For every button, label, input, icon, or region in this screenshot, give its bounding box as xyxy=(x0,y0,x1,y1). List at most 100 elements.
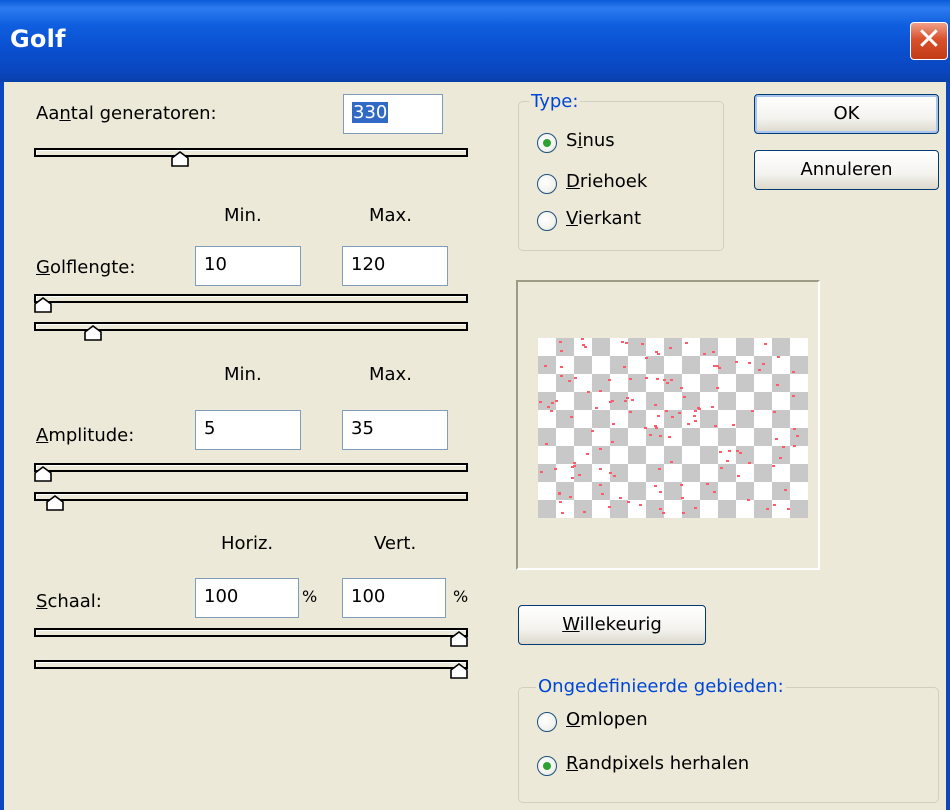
type-option-sinus[interactable]: Sinus xyxy=(537,130,615,153)
slider-thumb-icon[interactable] xyxy=(171,151,190,167)
scale-horiz-unit: % xyxy=(302,587,318,606)
generators-label: Aantal generatoren: xyxy=(36,103,217,124)
preview-pixel xyxy=(645,377,648,379)
preview-pixel xyxy=(680,484,683,486)
wavelength-min-input[interactable]: 10 xyxy=(195,246,301,286)
preview-pixel xyxy=(611,400,614,402)
preview-pixel xyxy=(599,448,602,450)
amplitude-min-input[interactable]: 5 xyxy=(195,410,301,450)
preview-pixel xyxy=(748,362,751,364)
preview-image xyxy=(538,338,808,518)
window-frame-right xyxy=(946,82,950,810)
preview-pixel xyxy=(582,344,585,346)
title-bar[interactable] xyxy=(0,0,950,82)
preview-pixel xyxy=(613,475,616,477)
undefined-option-omlopen[interactable]: Omlopen xyxy=(537,709,648,732)
preview-pixel xyxy=(554,468,557,470)
slider-track[interactable] xyxy=(34,463,468,472)
slider-thumb-icon[interactable] xyxy=(34,466,52,482)
undefined-option-randpixels[interactable]: Randpixels herhalen xyxy=(537,753,749,776)
amplitude-min-header: Min. xyxy=(224,364,262,385)
preview-pixel xyxy=(599,390,602,392)
preview-pixel xyxy=(655,427,658,429)
slider-thumb-icon[interactable] xyxy=(450,663,468,679)
preview-pixel xyxy=(671,416,674,418)
preview-pixel xyxy=(680,387,683,389)
type-option-vierkant[interactable]: Vierkant xyxy=(537,208,641,231)
preview-pixel xyxy=(669,347,672,349)
preview-pixel xyxy=(555,400,558,402)
preview-pixel xyxy=(559,341,562,343)
preview-pixel xyxy=(583,511,586,513)
type-legend: Type: xyxy=(529,91,581,113)
slider-thumb-icon[interactable] xyxy=(84,325,102,341)
preview-pixel xyxy=(561,512,564,514)
type-option-driehoek[interactable]: Driehoek xyxy=(537,171,647,194)
preview-pixel xyxy=(714,425,717,427)
slider-thumb-icon[interactable] xyxy=(46,495,65,511)
preview-pixel xyxy=(571,477,574,479)
preview-pixel xyxy=(762,363,765,365)
preview-pixel xyxy=(599,484,602,486)
preview-pixel xyxy=(764,343,767,345)
preview-pixel xyxy=(659,435,662,437)
scale-horiz-input[interactable]: 100 xyxy=(195,578,299,618)
preview-pixel xyxy=(570,416,573,418)
preview-pixel xyxy=(609,472,612,474)
radio-icon[interactable] xyxy=(537,211,557,231)
preview-pixel xyxy=(793,445,796,447)
preview-pixel xyxy=(551,402,554,404)
slider-track[interactable] xyxy=(34,148,468,157)
preview-pixel xyxy=(629,378,632,380)
preview-pixel xyxy=(608,506,611,508)
preview-pixel xyxy=(641,343,644,345)
preview-pixel xyxy=(649,434,652,436)
radio-icon[interactable] xyxy=(537,712,557,732)
wavelength-max-header: Max. xyxy=(369,205,412,226)
radio-icon[interactable] xyxy=(537,756,557,776)
ok-button[interactable]: OK xyxy=(754,94,939,134)
preview-pixel xyxy=(655,351,658,353)
preview-pixel xyxy=(625,342,628,344)
slider-track[interactable] xyxy=(34,628,468,637)
undefined-option-label: Randpixels herhalen xyxy=(566,753,750,774)
radio-icon[interactable] xyxy=(537,174,557,194)
preview-pixel xyxy=(545,443,548,445)
slider-thumb-icon[interactable] xyxy=(450,631,468,647)
preview-pixel xyxy=(697,407,700,409)
preview-pixel xyxy=(601,493,604,495)
radio-icon[interactable] xyxy=(537,133,557,153)
preview-pixel xyxy=(682,512,685,514)
generators-input[interactable]: 330 xyxy=(343,94,443,134)
wavelength-max-input[interactable]: 120 xyxy=(342,246,448,286)
preview-pixel xyxy=(748,462,751,464)
preview-pixel xyxy=(718,367,721,369)
preview-pixel xyxy=(694,420,697,422)
preview-pixel xyxy=(706,483,709,485)
slider-thumb-icon[interactable] xyxy=(34,297,52,313)
preview-pixel xyxy=(662,512,665,514)
slider-track[interactable] xyxy=(34,660,468,669)
amplitude-max-input[interactable]: 35 xyxy=(342,410,448,450)
scale-vert-unit: % xyxy=(453,587,469,606)
preview-pixel xyxy=(713,365,716,367)
close-button[interactable]: ✕ xyxy=(910,22,948,60)
preview-pixel xyxy=(720,467,723,469)
slider-track[interactable] xyxy=(34,294,468,303)
preview-pixel xyxy=(712,351,715,353)
slider-track[interactable] xyxy=(34,492,468,501)
cancel-button[interactable]: Annuleren xyxy=(754,150,939,190)
scale-vert-input[interactable]: 100 xyxy=(342,578,446,618)
preview-pixel xyxy=(703,353,706,355)
preview-pixel xyxy=(578,474,581,476)
randomize-button[interactable]: Willekeurig xyxy=(518,605,706,645)
preview-pixel xyxy=(711,406,714,408)
preview-pixel xyxy=(599,468,602,470)
preview-pixel xyxy=(550,410,553,412)
preview-pixel xyxy=(796,435,799,437)
preview-pixel xyxy=(792,395,795,397)
scale-vert-header: Vert. xyxy=(374,533,417,554)
preview-pixel xyxy=(773,411,776,413)
preview-pixel xyxy=(540,471,543,473)
preview-pixel xyxy=(587,391,590,393)
